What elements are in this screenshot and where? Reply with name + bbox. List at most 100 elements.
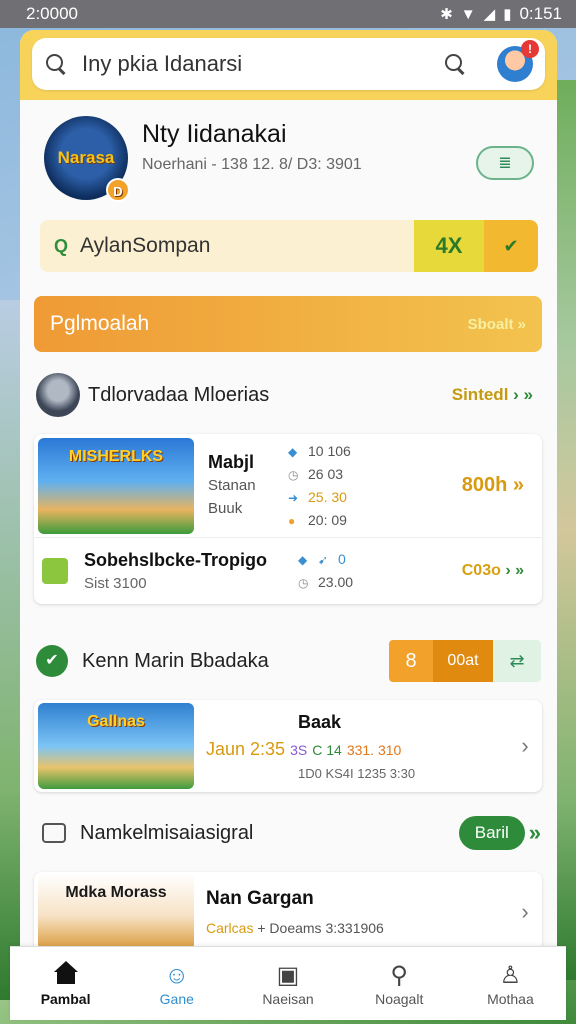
game-count: 3:331906 xyxy=(325,920,384,936)
game-list-1: MISHERLKS Mabjl Stanan Buuk ◆ 10 106 ◷ 26 … xyxy=(34,434,542,604)
profile-header: Narasa D Nty Iidanakai Noerhani - 138 12… xyxy=(44,116,534,206)
status-icons: ✱ ▼ ◢ ▮ 0:151 xyxy=(440,4,562,24)
stat-value: 3S xyxy=(290,741,308,758)
count-tag[interactable]: 8 xyxy=(389,640,433,682)
wifi-icon: ▼ xyxy=(460,5,476,23)
promo-bar[interactable]: Q AylanSompan 4X ✔ xyxy=(40,220,538,272)
game-sub: Stanan xyxy=(208,477,256,494)
count-label[interactable]: 00at xyxy=(433,640,493,682)
tab-game[interactable]: ☺ Gane xyxy=(121,947,232,1020)
avatar[interactable]: ! xyxy=(497,40,539,82)
game-stats: ◆ ➹ 0 ◷ 23.00 xyxy=(298,548,408,594)
bottom-navigation: Pambal ☺ Gane ▣ Naeisan ⚲ Noagalt ♙ Moth… xyxy=(10,946,566,1020)
game-sub-2: Buuk xyxy=(208,500,243,517)
tab-label: Mothaa xyxy=(487,990,534,1007)
see-all-label: Sintedl xyxy=(451,385,509,404)
search-bar[interactable]: Iny pkia Idanarsi ! xyxy=(32,38,545,90)
tab-label: Naeisan xyxy=(262,990,314,1007)
tab-home[interactable]: Pambal xyxy=(10,947,121,1020)
stat-value: 331. 310 xyxy=(346,741,402,758)
diamond-icon: ◆ xyxy=(298,553,308,567)
checkmark-icon[interactable]: ✔ xyxy=(484,220,538,272)
game-title: Nan Gargan xyxy=(206,888,314,909)
tab-label: Noagalt xyxy=(375,990,424,1007)
game-icon xyxy=(42,558,68,584)
profile-name: Nty Iidanakai xyxy=(142,120,287,148)
game-meta: Jaun 2:35 3S C 14 331. 310 xyxy=(206,739,508,760)
section-header-2: ✔ Kenn Marin Bbadaka 8 00at ⇄ xyxy=(36,636,541,686)
chevron-right-icon[interactable]: › xyxy=(508,899,542,925)
game-sub: Sist 3100 xyxy=(84,575,147,592)
game-category: Carlcas xyxy=(206,920,254,936)
section-header-3: Namkelmisaiasigral Baril » xyxy=(36,808,541,858)
chevron-right-icon[interactable]: › xyxy=(508,733,542,759)
search-input[interactable]: Iny pkia Idanarsi xyxy=(82,51,443,77)
profile-menu-button[interactable]: ≣ xyxy=(476,146,534,180)
tab-profile[interactable]: ♙ Mothaa xyxy=(455,947,566,1020)
status-time-left: 2:0000 xyxy=(26,4,78,23)
game-thumbnail[interactable]: Mdka Morass xyxy=(38,874,194,950)
stat-value: 0 xyxy=(338,551,346,567)
banner-link[interactable]: Sboalt » xyxy=(468,316,526,333)
refresh-icon[interactable]: ⇄ xyxy=(493,640,541,682)
stat-value: 10 106 xyxy=(308,442,351,459)
double-chevron-icon: » xyxy=(517,315,526,333)
search-area: Iny pkia Idanarsi ! xyxy=(20,30,557,100)
logo-text: Narasa xyxy=(57,148,115,167)
status-time-right: 0:151 xyxy=(519,4,562,23)
category-icon xyxy=(42,823,66,843)
stat-value: 26 03 xyxy=(308,465,344,482)
section-title: Namkelmisaiasigral xyxy=(80,821,254,844)
list-item[interactable]: MISHERLKS Mabjl Stanan Buuk ◆ 10 106 ◷ 26 … xyxy=(34,434,542,538)
section-title: Kenn Marin Bbadaka xyxy=(82,649,269,672)
game-info: Mabjl Stanan Buuk xyxy=(208,451,288,520)
status-bar: 2:0000 ✱ ▼ ◢ ▮ 0:151 xyxy=(0,0,576,28)
list-item[interactable]: Gallnas Baak Jaun 2:35 3S C 14 331. 310 … xyxy=(34,700,542,792)
game-details: 1D0 KS4I 1235 3:30 xyxy=(298,765,416,781)
game-price[interactable]: 800h » xyxy=(398,474,542,497)
coin-icon: ● xyxy=(288,513,296,528)
game-date: Jaun 2:35 xyxy=(206,738,286,759)
tab-label: Pambal xyxy=(40,990,91,1007)
promo-text: AylanSompan xyxy=(80,234,211,257)
check-circle-icon: ✔ xyxy=(36,645,68,677)
game-tag: + Doeams xyxy=(257,920,322,936)
game-list-2: Gallnas Baak Jaun 2:35 3S C 14 331. 310 … xyxy=(34,700,542,792)
battery-icon: ▮ xyxy=(503,6,512,23)
see-more-button[interactable]: Baril xyxy=(458,816,525,850)
list-item[interactable]: Sobehslbcke-Tropigo Sist 3100 ◆ ➹ 0 ◷ 23.00… xyxy=(34,538,542,604)
clock-icon: ◷ xyxy=(298,576,309,590)
list-item[interactable]: Mdka Morass Nan Gargan Carlcas + Doeams … xyxy=(34,872,542,952)
section-title: Tdlorvadaa Mloerias xyxy=(88,383,270,406)
search-icon-right[interactable] xyxy=(443,52,467,76)
arrow-right-icon: ➜ xyxy=(288,490,299,505)
see-all-link[interactable]: Sintedl › » xyxy=(452,385,533,405)
chevron-right-icon: » xyxy=(512,474,524,496)
banner-title: Pglmoalah xyxy=(50,312,150,335)
game-info: Nan Gargan Carlcas + Doeams 3:331906 xyxy=(206,888,508,936)
game-thumbnail[interactable]: Gallnas xyxy=(38,703,194,789)
section-header-1: Tdlorvadaa Mloerias Sintedl › » xyxy=(36,370,541,420)
double-chevron-icon[interactable]: » xyxy=(529,820,541,846)
stat-value: C 14 xyxy=(312,741,342,758)
game-price[interactable]: C03o › » xyxy=(408,562,542,580)
notification-badge: ! xyxy=(521,40,539,58)
stat-value: 23.00 xyxy=(318,574,354,590)
price-label: C03o xyxy=(461,562,501,579)
profile-meta: Noerhani - 138 12. 8/ D3: 3901 xyxy=(142,156,362,173)
stat-value: 20: 09 xyxy=(308,511,347,528)
diamond-icon: ◆ xyxy=(288,444,298,459)
search-icon[interactable] xyxy=(44,52,68,76)
banner-link-label: Sboalt xyxy=(467,315,514,333)
double-chevron-icon: › » xyxy=(505,562,524,579)
tab-search[interactable]: ⚲ Noagalt xyxy=(344,947,455,1020)
game-thumbnail[interactable]: MISHERLKS xyxy=(38,437,194,534)
promo-banner[interactable]: Pglmoalah Sboalt » xyxy=(34,296,542,352)
app-logo: Narasa D xyxy=(44,116,130,202)
clock-icon: ◷ xyxy=(288,467,299,482)
signal-icon: ◢ xyxy=(483,6,496,23)
logo-badge: D xyxy=(106,178,130,202)
user-icon: ♙ xyxy=(499,961,522,989)
tab-calendar[interactable]: ▣ Naeisan xyxy=(232,947,343,1020)
promo-value: 4X xyxy=(414,220,484,272)
